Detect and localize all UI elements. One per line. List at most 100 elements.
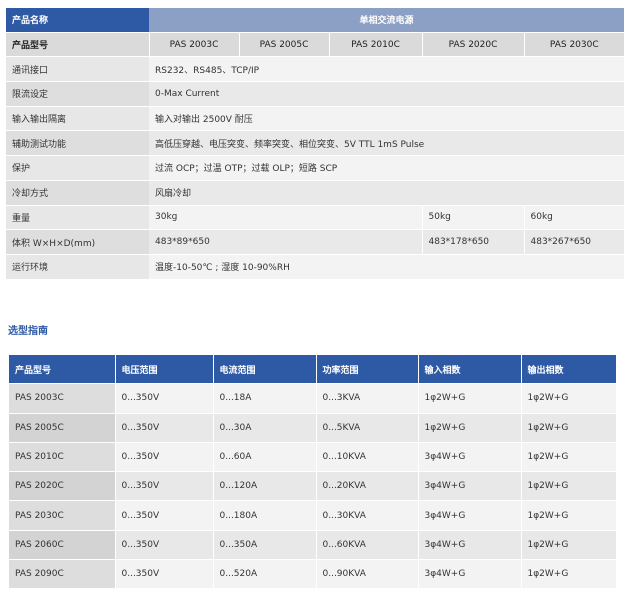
product-category-title: 单相交流电源	[149, 8, 625, 33]
input-phase-cell: 3φ4W+G	[418, 530, 522, 561]
model-cell: PAS 2003C	[148, 32, 239, 58]
model-cell: PAS 2020C	[421, 32, 524, 58]
voltage-cell: 0...350V	[115, 559, 214, 589]
spec-label: 辅助测试功能	[6, 130, 149, 157]
spec-row-protection: 保护 过流 OCP；过温 OTP；过载 OLP；短路 SCP	[6, 155, 625, 181]
voltage-cell: 0...350V	[115, 442, 214, 473]
current-cell: 0...180A	[213, 500, 317, 531]
current-cell: 0...520A	[213, 559, 317, 589]
output-phase-cell: 1φ2W+G	[521, 383, 617, 414]
spec-row-isolation: 输入输出隔离 输入对输出 2500V 耐压	[6, 106, 625, 132]
output-phase-cell: 1φ2W+G	[521, 559, 617, 589]
model-cell: PAS 2060C	[9, 530, 116, 561]
table-row: PAS 2010C 0...350V 0...60A 0...10KVA 3φ4…	[9, 442, 617, 473]
model-cell: PAS 2005C	[238, 32, 329, 58]
model-label: 产品型号	[6, 32, 149, 58]
model-cell: PAS 2030C	[523, 32, 625, 58]
output-phase-cell: 1φ2W+G	[521, 530, 617, 561]
input-phase-cell: 3φ4W+G	[418, 559, 522, 589]
input-phase-cell: 3φ4W+G	[418, 500, 522, 531]
power-cell: 0...10KVA	[316, 442, 419, 473]
spec-value: 风扇冷却	[149, 180, 625, 206]
power-cell: 0...60KVA	[316, 530, 419, 561]
spec-model-row: 产品型号 PAS 2003C PAS 2005C PAS 2010C PAS 2…	[6, 32, 625, 58]
product-name-label: 产品名称	[6, 8, 149, 33]
model-cell: PAS 2003C	[9, 383, 116, 414]
input-phase-cell: 3φ4W+G	[418, 442, 522, 473]
voltage-cell: 0...350V	[115, 383, 214, 414]
voltage-cell: 0...350V	[115, 500, 214, 531]
voltage-cell: 0...350V	[115, 530, 214, 561]
spec-value: 温度-10-50℃ ; 湿度 10-90%RH	[149, 254, 625, 280]
power-cell: 0...30KVA	[316, 500, 419, 531]
spec-value: 高低压穿越、电压突变、频率突变、相位突变、5V TTL 1mS Pulse	[149, 130, 625, 157]
selection-guide-table: 产品型号 电压范围 电流范围 功率范围 输入相数 输出相数 PAS 2003C …	[9, 355, 617, 589]
table-row: PAS 2030C 0...350V 0...180A 0...30KVA 3φ…	[9, 500, 617, 531]
spec-value: 过流 OCP；过温 OTP；过载 OLP；短路 SCP	[149, 155, 625, 181]
table-row: PAS 2003C 0...350V 0...18A 0...3KVA 1φ2W…	[9, 383, 617, 414]
spec-row-interface: 通讯接口 RS232、RS485、TCP/IP	[6, 56, 625, 83]
input-phase-cell: 3φ4W+G	[418, 471, 522, 502]
output-phase-cell: 1φ2W+G	[521, 500, 617, 531]
spec-label: 保护	[6, 155, 149, 181]
spec-label: 运行环境	[6, 254, 149, 280]
current-cell: 0...350A	[213, 530, 317, 561]
spec-header-row: 产品名称 单相交流电源	[6, 8, 625, 33]
model-cell: PAS 2010C	[328, 32, 422, 58]
table-row: PAS 2090C 0...350V 0...520A 0...90KVA 3φ…	[9, 559, 617, 589]
model-cell: PAS 2030C	[9, 500, 116, 531]
spec-row-cooling: 冷却方式 风扇冷却	[6, 180, 625, 206]
spec-row-aux-test: 辅助测试功能 高低压穿越、电压突变、频率突变、相位突变、5V TTL 1mS P…	[6, 130, 625, 157]
power-cell: 0...20KVA	[316, 471, 419, 502]
current-cell: 0...120A	[213, 471, 317, 502]
table-row: PAS 2020C 0...350V 0...120A 0...20KVA 3φ…	[9, 471, 617, 502]
input-phase-cell: 1φ2W+G	[418, 413, 522, 443]
spec-label: 重量	[6, 205, 149, 231]
voltage-cell: 0...350V	[115, 413, 214, 443]
input-phase-cell: 1φ2W+G	[418, 383, 522, 414]
spec-label: 体积 W×H×D(mm)	[6, 229, 149, 255]
spec-row-current-limit: 限流设定 0-Max Current	[6, 81, 625, 107]
current-cell: 0...60A	[213, 442, 317, 473]
spec-table: 产品名称 单相交流电源 产品型号 PAS 2003C PAS 2005C PAS…	[6, 8, 625, 280]
table-row: PAS 2060C 0...350V 0...350A 0...60KVA 3φ…	[9, 530, 617, 561]
spec-value: 30kg	[149, 205, 422, 231]
output-phase-cell: 1φ2W+G	[521, 471, 617, 502]
model-cell: PAS 2090C	[9, 559, 116, 589]
column-header: 产品型号	[9, 355, 116, 385]
spec-label: 通讯接口	[6, 56, 149, 83]
spec-label: 冷却方式	[6, 180, 149, 206]
spec-value: 483*267*650	[523, 229, 625, 255]
power-cell: 0...90KVA	[316, 559, 419, 589]
column-header: 电流范围	[213, 355, 317, 385]
spec-value: 483*89*650	[149, 229, 422, 255]
spec-value: 0-Max Current	[149, 81, 625, 107]
spec-label: 限流设定	[6, 81, 149, 107]
spec-value: 输入对输出 2500V 耐压	[149, 106, 625, 132]
spec-value: 483*178*650	[421, 229, 524, 255]
spec-value: 50kg	[421, 205, 524, 231]
output-phase-cell: 1φ2W+G	[521, 442, 617, 473]
column-header: 输入相数	[418, 355, 522, 385]
spec-row-environment: 运行环境 温度-10-50℃ ; 湿度 10-90%RH	[6, 254, 625, 280]
power-cell: 0...5KVA	[316, 413, 419, 443]
voltage-cell: 0...350V	[115, 471, 214, 502]
power-cell: 0...3KVA	[316, 383, 419, 414]
model-cell: PAS 2010C	[9, 442, 116, 473]
model-cell: PAS 2005C	[9, 413, 116, 443]
table-row: PAS 2005C 0...350V 0...30A 0...5KVA 1φ2W…	[9, 413, 617, 443]
spec-value: RS232、RS485、TCP/IP	[149, 56, 625, 83]
spec-label: 输入输出隔离	[6, 106, 149, 132]
selection-guide-title: 选型指南	[8, 326, 48, 337]
current-cell: 0...18A	[213, 383, 317, 414]
spec-row-weight: 重量 30kg 50kg 60kg	[6, 205, 625, 231]
guide-header-row: 产品型号 电压范围 电流范围 功率范围 输入相数 输出相数	[9, 355, 617, 385]
column-header: 电压范围	[115, 355, 214, 385]
spec-row-dimension: 体积 W×H×D(mm) 483*89*650 483*178*650 483*…	[6, 229, 625, 255]
model-cell: PAS 2020C	[9, 471, 116, 502]
column-header: 输出相数	[521, 355, 617, 385]
current-cell: 0...30A	[213, 413, 317, 443]
output-phase-cell: 1φ2W+G	[521, 413, 617, 443]
spec-value: 60kg	[523, 205, 625, 231]
column-header: 功率范围	[316, 355, 419, 385]
